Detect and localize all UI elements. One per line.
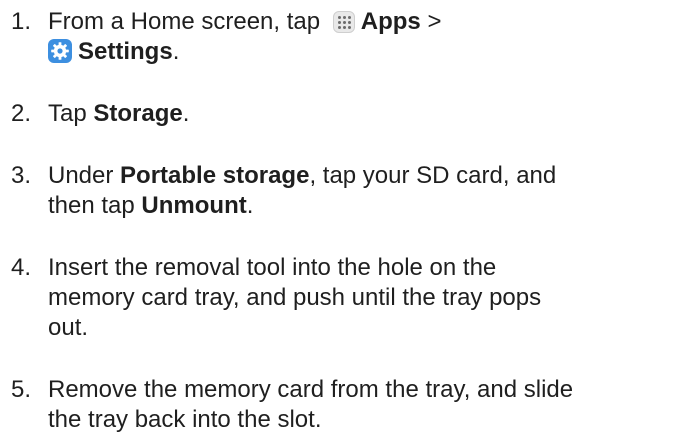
step-number: 4. bbox=[11, 254, 32, 281]
step-text: Remove the memory card from the tray, an… bbox=[48, 375, 678, 435]
storage-label: Storage bbox=[93, 100, 183, 127]
step-number: 5. bbox=[11, 376, 32, 403]
settings-gear-icon bbox=[48, 39, 72, 63]
step-3-mid: , tap your SD card, and bbox=[309, 162, 557, 189]
step-number: 1. bbox=[11, 8, 32, 35]
unmount-label: Unmount bbox=[141, 192, 247, 219]
step-number: 2. bbox=[11, 100, 32, 127]
portable-storage-label: Portable storage bbox=[120, 162, 310, 189]
step-1-intro: From a Home screen, tap bbox=[48, 8, 321, 35]
instruction-steps: 1. From a Home screen, tap Apps > Settin… bbox=[0, 0, 681, 440]
step-4-line2: memory card tray, and push until the tra… bbox=[48, 284, 542, 311]
step-4-line1: Insert the removal tool into the hole on… bbox=[48, 254, 497, 281]
step-5-line1: Remove the memory card from the tray, an… bbox=[48, 376, 574, 403]
step-text: Under Portable storage, tap your SD card… bbox=[48, 161, 678, 221]
step-text: Insert the removal tool into the hole on… bbox=[48, 253, 678, 343]
settings-label: Settings bbox=[78, 38, 173, 65]
step-number: 3. bbox=[11, 162, 32, 189]
step-text: Tap Storage. bbox=[48, 99, 678, 129]
separator: > bbox=[427, 8, 442, 35]
step-2-pre: Tap bbox=[48, 100, 87, 127]
apps-label: Apps bbox=[360, 8, 421, 35]
step-4-line3: out. bbox=[48, 314, 89, 341]
period: . bbox=[182, 100, 190, 127]
step-5-line2: the tray back into the slot. bbox=[48, 406, 322, 433]
period: . bbox=[246, 192, 254, 219]
step-3-line2-pre: then tap bbox=[48, 192, 135, 219]
step-text: From a Home screen, tap Apps > Settings. bbox=[48, 7, 678, 67]
step-3-pre: Under bbox=[48, 162, 114, 189]
apps-grid-icon bbox=[332, 11, 355, 33]
period: . bbox=[172, 38, 180, 65]
